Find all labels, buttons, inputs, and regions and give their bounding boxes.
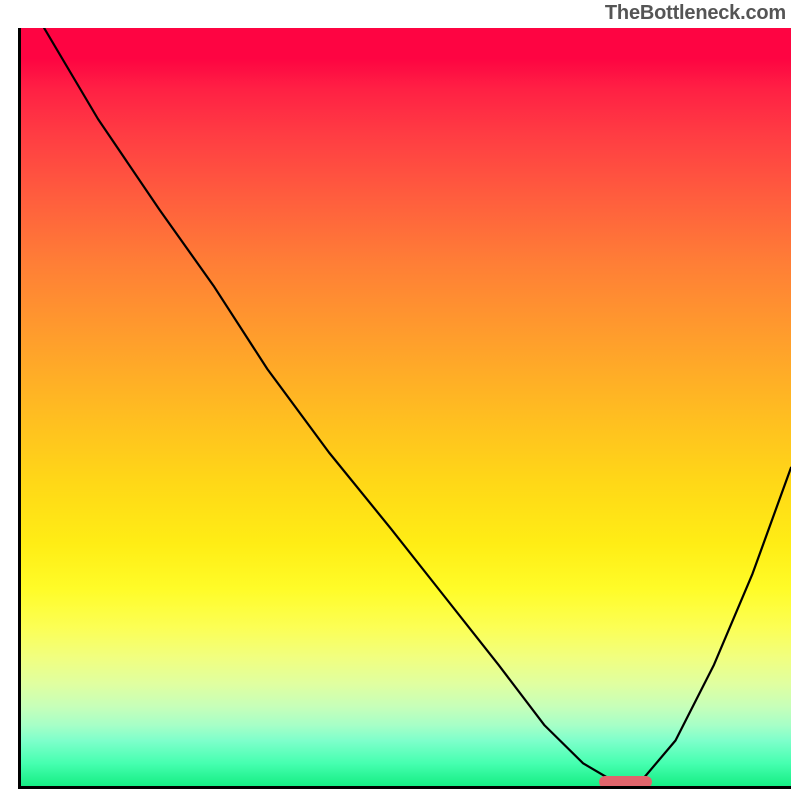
optimal-marker xyxy=(599,776,653,788)
watermark-label: TheBottleneck.com xyxy=(605,2,786,25)
bottleneck-curve xyxy=(21,28,791,786)
chart-plot-area xyxy=(18,28,791,789)
